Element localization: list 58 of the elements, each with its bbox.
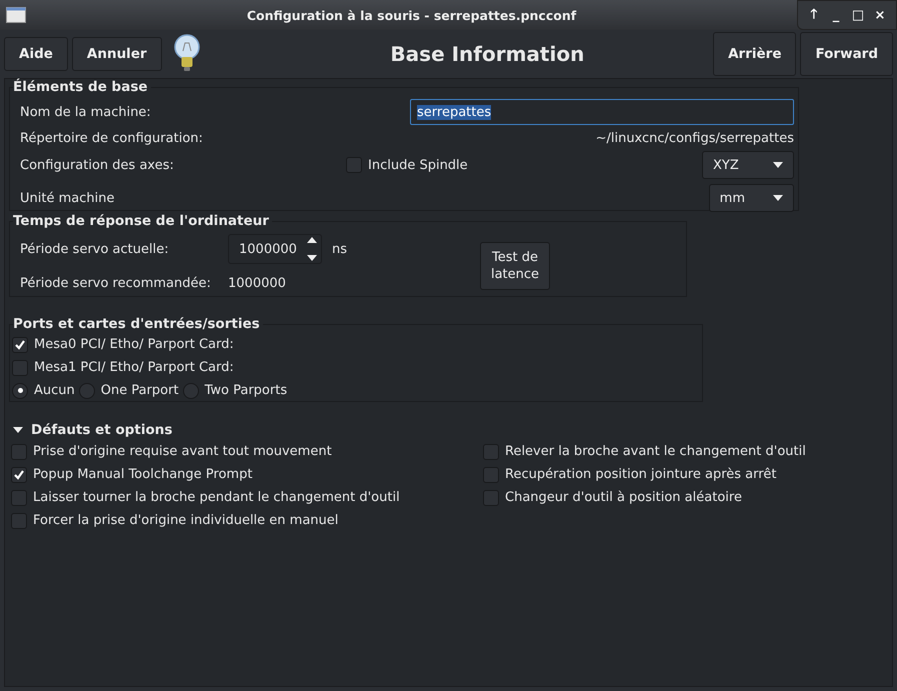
- checkbox-label: Prise d'origine requise avant tout mouvement: [33, 444, 332, 459]
- window-control-button[interactable]: 🡑: [804, 4, 824, 26]
- section-title: Temps de réponse de l'ordinateur: [13, 213, 272, 229]
- checkbox-label: Forcer la prise d'origine individuelle en manuel: [33, 513, 338, 528]
- window-control-button[interactable]: □: [848, 8, 868, 22]
- radio-button[interactable]: [182, 382, 199, 398]
- checkbox[interactable]: [11, 444, 27, 460]
- checkbox-label: Laisser tourner la broche pendant le changement d'outil: [33, 490, 400, 505]
- field-label: Unité machine: [20, 190, 114, 206]
- expander-arrow-icon[interactable]: [13, 425, 23, 435]
- toolbar-button[interactable]: Aide: [4, 37, 68, 71]
- radio-label: Two Parports: [204, 383, 288, 398]
- recommended-value: 1000000: [228, 276, 286, 290]
- checkbox-label: Include Spindle: [368, 158, 468, 172]
- servo-period-spinbox[interactable]: 1000000: [228, 234, 322, 264]
- checkbox-label: Mesa0 PCI/ Etho/ Parport Card:: [34, 337, 234, 352]
- field-label: Nom de la machine:: [20, 104, 151, 120]
- checkbox-label: Relever la broche avant le changement d'outil: [505, 444, 806, 459]
- checkbox[interactable]: [11, 466, 27, 482]
- window-icon: [6, 7, 26, 23]
- field-label: Configuration des axes:: [20, 158, 174, 172]
- radio-button[interactable]: [12, 382, 28, 398]
- window-control-button[interactable]: ×: [870, 8, 890, 22]
- unit-label: ns: [332, 242, 348, 256]
- checkbox[interactable]: [483, 490, 499, 506]
- checkbox[interactable]: [346, 157, 362, 173]
- field-label: Période servo recommandée:: [20, 276, 212, 290]
- checkbox[interactable]: [11, 512, 27, 528]
- checkbox-label: Mesa1 PCI/ Etho/ Parport Card:: [34, 360, 234, 375]
- checkbox-label: Popup Manual Toolchange Prompt: [33, 467, 252, 482]
- latency-test-button[interactable]: Test de latence: [480, 242, 550, 290]
- units-dropdown[interactable]: mm: [708, 184, 794, 212]
- window-title: Configuration à la souris - serrepattes.pncconf: [246, 8, 578, 22]
- axes-dropdown[interactable]: XYZ: [702, 151, 794, 179]
- checkbox[interactable]: [483, 444, 499, 460]
- radio-button[interactable]: [78, 382, 95, 398]
- section-title: Ports et cartes d'entrées/sorties: [13, 316, 263, 332]
- toolbar-button[interactable]: Forward: [800, 32, 893, 76]
- machine-name-field[interactable]: serrepattes: [410, 99, 794, 125]
- checkbox[interactable]: [11, 490, 27, 506]
- toolbar-button[interactable]: Annuler: [72, 37, 162, 71]
- checkbox[interactable]: [483, 466, 499, 482]
- checkbox[interactable]: [12, 336, 28, 352]
- checkbox[interactable]: [12, 360, 28, 376]
- checkbox-label: Changeur d'outil à position aléatoire: [505, 490, 742, 505]
- spin-arrows-icon: [307, 237, 317, 261]
- checkbox-label: Recupération position jointure après arrêt: [505, 467, 776, 482]
- radio-label: Aucun: [34, 383, 75, 398]
- config-path: ~/linuxcnc/configs/serrepattes: [596, 130, 794, 146]
- window-control-button[interactable]: _: [826, 8, 846, 22]
- section-title: Défauts et options: [31, 422, 172, 438]
- field-label: Répertoire de configuration:: [20, 130, 203, 146]
- field-label: Période servo actuelle:: [20, 242, 170, 256]
- caret-icon: [773, 162, 783, 168]
- toolbar-button[interactable]: Arrière: [713, 32, 796, 76]
- caret-icon: [773, 195, 783, 201]
- page-title: Base Information: [389, 42, 586, 66]
- radio-label: One Parport: [100, 383, 179, 398]
